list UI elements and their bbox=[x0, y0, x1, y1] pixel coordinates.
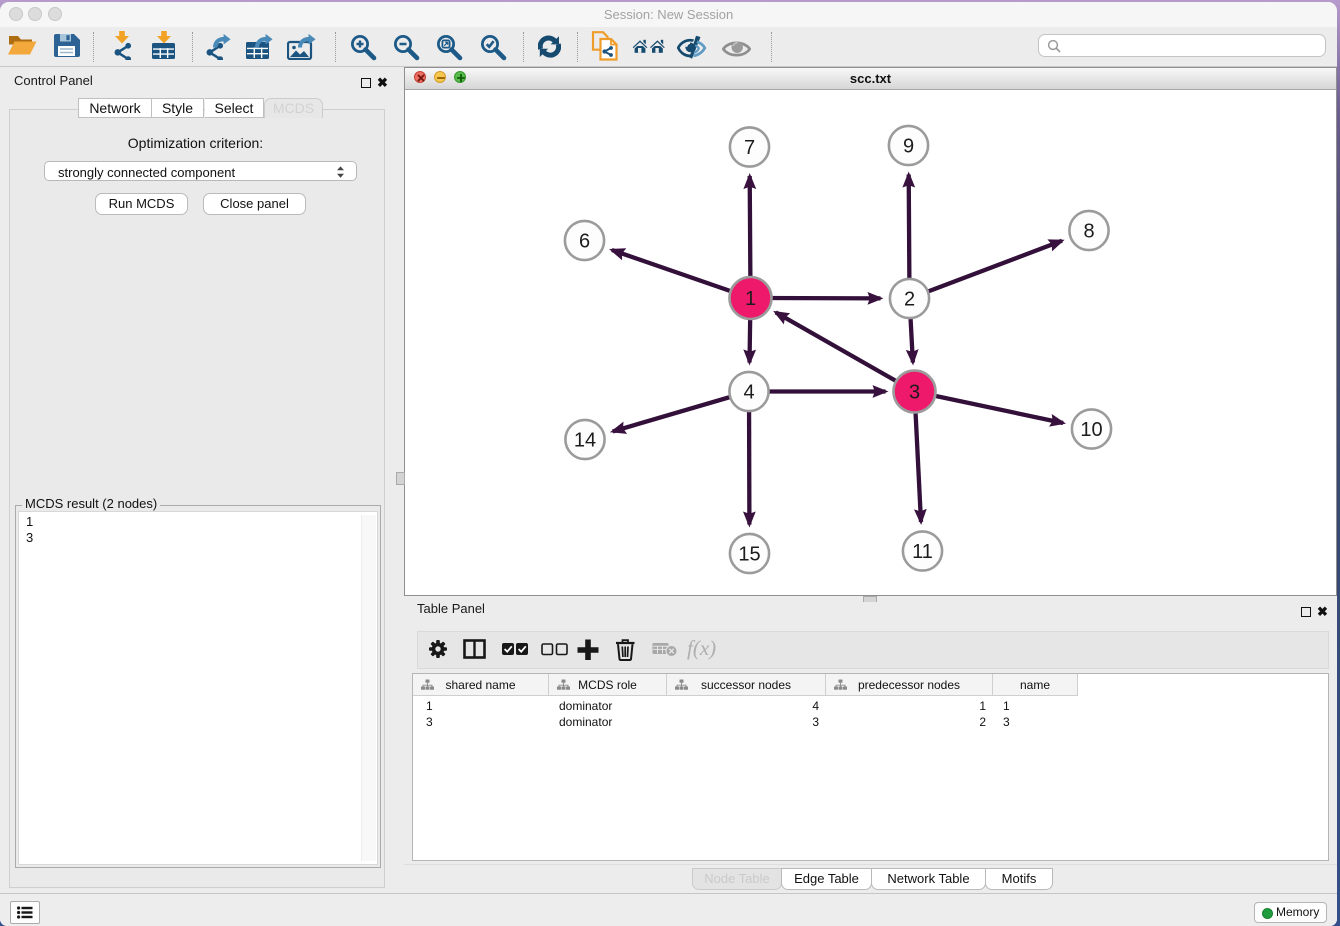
svg-text:2: 2 bbox=[904, 288, 915, 310]
svg-text:14: 14 bbox=[574, 429, 596, 451]
svg-text:6: 6 bbox=[579, 230, 590, 252]
svg-text:10: 10 bbox=[1080, 419, 1102, 441]
svg-text:4: 4 bbox=[743, 381, 754, 403]
svg-text:9: 9 bbox=[903, 135, 914, 157]
svg-text:7: 7 bbox=[744, 137, 755, 159]
svg-text:15: 15 bbox=[738, 543, 760, 565]
svg-text:11: 11 bbox=[912, 541, 933, 563]
svg-text:3: 3 bbox=[909, 381, 920, 403]
svg-text:8: 8 bbox=[1083, 220, 1094, 242]
svg-text:1: 1 bbox=[745, 288, 756, 310]
